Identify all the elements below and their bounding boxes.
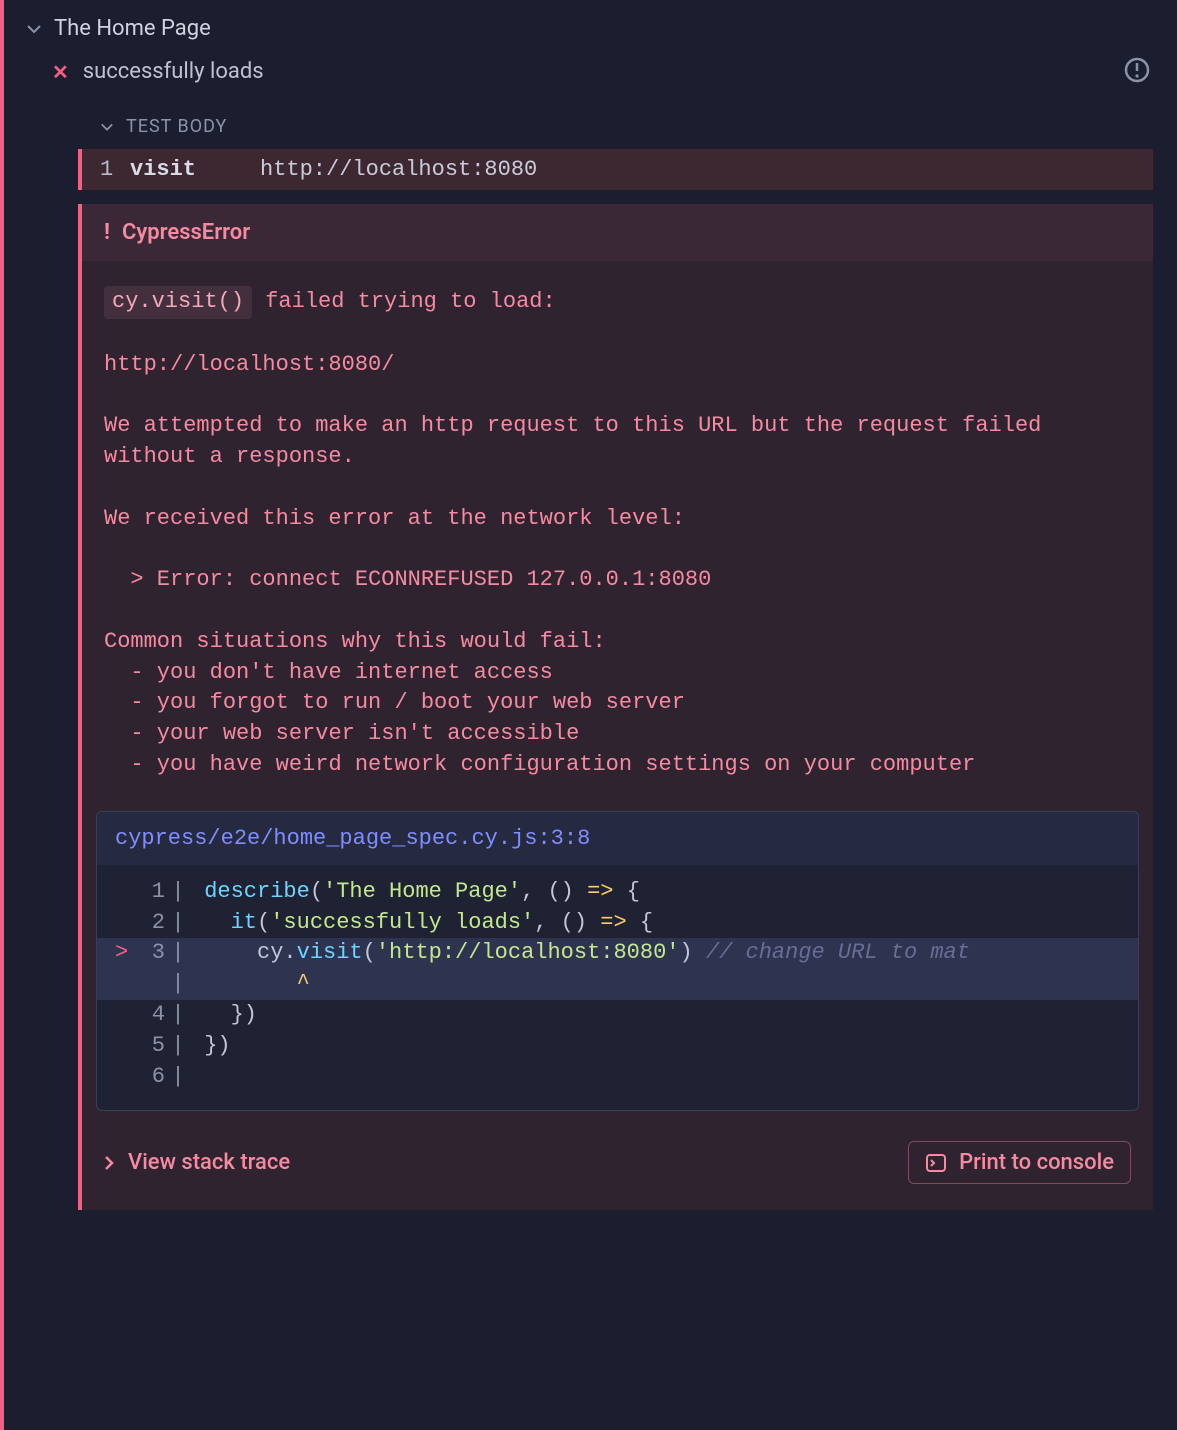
code-frame-location[interactable]: cypress/e2e/home_page_spec.cy.js:3:8: [97, 812, 1138, 865]
chevron-down-icon: [26, 21, 42, 37]
code-line: >3| cy.visit('http://localhost:8080') //…: [97, 938, 1138, 969]
error-body: cy.visit() failed trying to load: http:/…: [82, 262, 1153, 805]
command-index: 1: [100, 157, 130, 182]
chevron-right-icon: [104, 1155, 116, 1171]
print-to-console-button[interactable]: Print to console: [908, 1141, 1131, 1184]
print-label: Print to console: [959, 1150, 1114, 1175]
test-body-label: TEST BODY: [126, 116, 227, 137]
stack-label: View stack trace: [128, 1150, 290, 1175]
code-line: 6|: [97, 1062, 1138, 1093]
code-chip: cy.visit(): [104, 286, 252, 319]
fail-icon: ✕: [52, 60, 69, 84]
command-row[interactable]: 1 visit http://localhost:8080: [78, 149, 1153, 190]
suite-header[interactable]: The Home Page: [18, 10, 1177, 49]
code-lines: 1| describe('The Home Page', () => { 2| …: [97, 865, 1138, 1111]
error-title: ! CypressError: [82, 204, 1153, 262]
code-line: 1| describe('The Home Page', () => {: [97, 877, 1138, 908]
test-title: successfully loads: [83, 59, 264, 84]
view-stack-trace-button[interactable]: View stack trace: [104, 1150, 290, 1175]
suite-title: The Home Page: [54, 16, 211, 41]
chevron-down-icon: [100, 120, 114, 134]
status-rail: [0, 0, 4, 1430]
command-arg: http://localhost:8080: [260, 157, 537, 182]
code-frame: cypress/e2e/home_page_spec.cy.js:3:8 1| …: [96, 811, 1139, 1112]
exclaim-icon: !: [104, 220, 110, 245]
error-block: ! CypressError cy.visit() failed trying …: [78, 204, 1153, 1210]
warning-icon[interactable]: [1123, 56, 1151, 84]
code-line: 5| }): [97, 1031, 1138, 1062]
code-line: 2| it('successfully loads', () => {: [97, 908, 1138, 939]
test-row[interactable]: ✕ successfully loads: [18, 49, 1177, 94]
test-body-header[interactable]: TEST BODY: [78, 98, 1153, 149]
code-line: 4| }): [97, 1000, 1138, 1031]
error-name: CypressError: [122, 220, 250, 245]
terminal-icon: [925, 1152, 947, 1174]
code-line: | ^: [97, 969, 1138, 1000]
command-name: visit: [130, 157, 260, 182]
